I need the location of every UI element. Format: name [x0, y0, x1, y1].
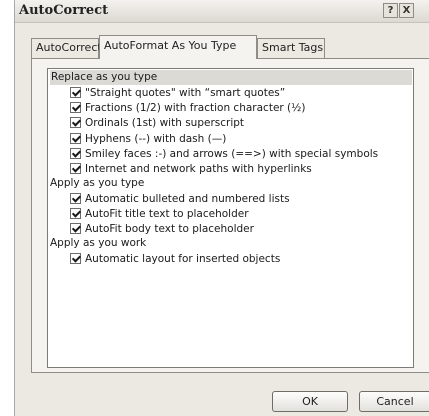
group-header-apply-as-you-type[interactable]: Apply as you type [50, 176, 144, 191]
option-straight-quotes[interactable]: "Straight quotes" with “smart quotes” [70, 85, 285, 100]
option-hyphens[interactable]: Hyphens (--) with dash (—) [70, 131, 226, 146]
checkbox[interactable] [70, 253, 81, 264]
help-icon[interactable]: ? [383, 3, 398, 18]
checkbox[interactable] [70, 193, 81, 204]
checkbox[interactable] [70, 117, 81, 128]
option-autofit-body[interactable]: AutoFit body text to placeholder [70, 221, 254, 236]
option-label: Automatic bulleted and numbered lists [85, 192, 290, 205]
option-autofit-title[interactable]: AutoFit title text to placeholder [70, 206, 249, 221]
option-label: Ordinals (1st) with superscript [85, 116, 245, 129]
option-label: Internet and network paths with hyperlin… [85, 162, 312, 175]
group-header-replace-as-you-type[interactable]: Replace as you type [50, 70, 412, 85]
option-label: Automatic layout for inserted objects [85, 252, 281, 265]
option-fractions[interactable]: Fractions (1/2) with fraction character … [70, 100, 305, 115]
close-icon[interactable]: X [399, 3, 414, 18]
title-bar: AutoCorrect ? X [15, 0, 429, 23]
group-header-apply-as-you-work[interactable]: Apply as you work [50, 236, 146, 251]
tab-smart-tags[interactable]: Smart Tags [257, 38, 325, 58]
checkbox[interactable] [70, 223, 81, 234]
checkbox[interactable] [70, 87, 81, 98]
tab-panel: Replace as you type "Straight quotes" wi… [31, 58, 429, 373]
option-label: Fractions (1/2) with fraction character … [85, 101, 306, 114]
checkbox[interactable] [70, 163, 81, 174]
option-label: Hyphens (--) with dash (—) [85, 132, 227, 145]
checkbox[interactable] [70, 208, 81, 219]
option-ordinals[interactable]: Ordinals (1st) with superscript [70, 115, 244, 130]
checkbox[interactable] [70, 148, 81, 159]
cancel-button[interactable]: Cancel [359, 391, 429, 412]
checkbox[interactable] [70, 133, 81, 144]
ok-button[interactable]: OK [272, 391, 348, 412]
checkbox[interactable] [70, 102, 81, 113]
option-label: AutoFit title text to placeholder [85, 207, 249, 220]
option-automatic-layout[interactable]: Automatic layout for inserted objects [70, 251, 280, 266]
option-bulleted-lists[interactable]: Automatic bulleted and numbered lists [70, 191, 290, 206]
option-label: AutoFit body text to placeholder [85, 222, 254, 235]
tab-autoformat-as-you-type[interactable]: AutoFormat As You Type [99, 35, 257, 59]
option-label: "Straight quotes" with “smart quotes” [85, 86, 286, 99]
option-label: Smiley faces :-) and arrows (==>) with s… [85, 147, 379, 160]
options-list[interactable]: Replace as you type "Straight quotes" wi… [47, 68, 414, 368]
autocorrect-dialog: AutoCorrect ? X AutoCorrect AutoFormat A… [14, 0, 429, 416]
option-smiley-faces[interactable]: Smiley faces :-) and arrows (==>) with s… [70, 146, 378, 161]
tab-autocorrect[interactable]: AutoCorrect [31, 38, 102, 58]
option-hyperlinks[interactable]: Internet and network paths with hyperlin… [70, 161, 312, 176]
dialog-title: AutoCorrect [19, 3, 109, 18]
